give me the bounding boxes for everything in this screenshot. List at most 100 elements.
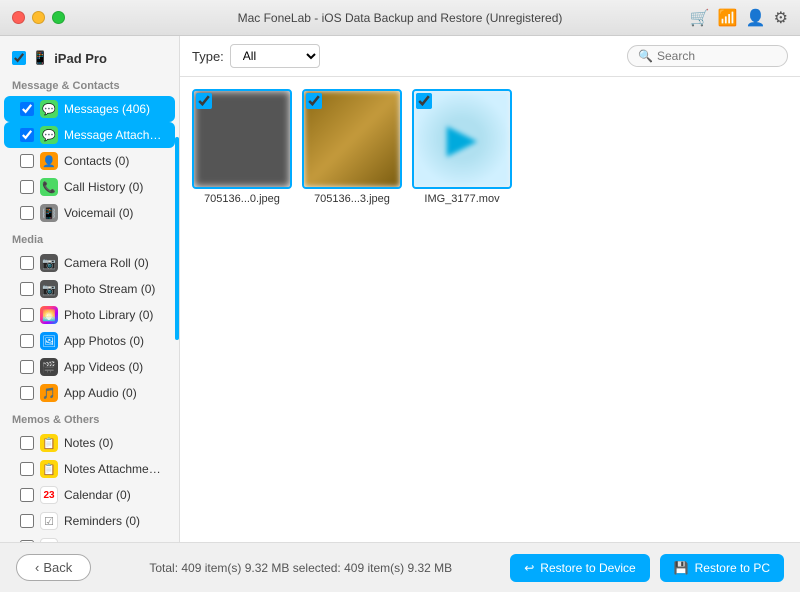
list-item[interactable]: ▶ IMG_3177.mov bbox=[412, 89, 512, 205]
back-chevron-icon: ‹ bbox=[35, 560, 39, 575]
sidebar-item-app-videos[interactable]: 🎬 App Videos (0) bbox=[4, 354, 175, 380]
messages-checkbox[interactable] bbox=[20, 102, 34, 116]
contacts-icon: 👤 bbox=[40, 152, 58, 170]
voicemail-checkbox[interactable] bbox=[20, 206, 34, 220]
call-history-label: Call History (0) bbox=[64, 180, 143, 194]
app-videos-icon: 🎬 bbox=[40, 358, 58, 376]
device-checkbox[interactable] bbox=[12, 51, 26, 65]
voicemail-icon: 📳 bbox=[40, 204, 58, 222]
app-audio-checkbox[interactable] bbox=[20, 386, 34, 400]
messages-label: Messages (406) bbox=[64, 102, 150, 116]
call-history-checkbox[interactable] bbox=[20, 180, 34, 194]
notes-checkbox[interactable] bbox=[20, 436, 34, 450]
app-videos-label: App Videos (0) bbox=[64, 360, 143, 374]
settings-icon[interactable]: ⚙ bbox=[774, 8, 788, 28]
sidebar-item-voicemail[interactable]: 📳 Voicemail (0) bbox=[4, 200, 175, 226]
search-icon: 🔍 bbox=[638, 49, 653, 63]
list-item[interactable]: 705136...0.jpeg bbox=[192, 89, 292, 205]
reminders-checkbox[interactable] bbox=[20, 514, 34, 528]
restore-device-button[interactable]: ↩ Restore to Device bbox=[510, 554, 649, 582]
restore-device-label: Restore to Device bbox=[540, 561, 635, 575]
restore-device-icon: ↩ bbox=[524, 561, 534, 575]
notes-icon: 📋 bbox=[40, 434, 58, 452]
window-title: Mac FoneLab - iOS Data Backup and Restor… bbox=[238, 11, 563, 25]
sidebar-item-reminders-attachments[interactable]: ☑ Reminders Attachme... bbox=[4, 534, 175, 542]
sidebar-item-calendar[interactable]: 23 Calendar (0) bbox=[4, 482, 175, 508]
sidebar-item-message-attachments[interactable]: 💬 Message Attachment... bbox=[4, 122, 175, 148]
type-selector: Type: All Images Videos bbox=[192, 44, 320, 68]
notes-label: Notes (0) bbox=[64, 436, 113, 450]
section-media: Media bbox=[0, 226, 179, 250]
user-icon[interactable]: 👤 bbox=[746, 8, 766, 28]
close-button[interactable] bbox=[12, 11, 25, 24]
wifi-icon: 📶 bbox=[718, 8, 738, 28]
maximize-button[interactable] bbox=[52, 11, 65, 24]
sidebar-item-call-history[interactable]: 📞 Call History (0) bbox=[4, 174, 175, 200]
file-name: 705136...0.jpeg bbox=[204, 193, 280, 205]
restore-pc-label: Restore to PC bbox=[695, 561, 770, 575]
back-button[interactable]: ‹ Back bbox=[16, 554, 91, 581]
photo-library-checkbox[interactable] bbox=[20, 308, 34, 322]
file-checkbox[interactable] bbox=[306, 93, 322, 109]
photo-library-label: Photo Library (0) bbox=[64, 308, 153, 322]
call-icon: 📞 bbox=[40, 178, 58, 196]
message-attachments-label: Message Attachment... bbox=[64, 128, 163, 142]
sidebar: 📱 iPad Pro Message & Contacts 💬 Messages… bbox=[0, 36, 180, 542]
app-photos-icon: 🖼 bbox=[40, 332, 58, 350]
restore-pc-icon: 💾 bbox=[674, 561, 689, 575]
type-dropdown[interactable]: All Images Videos bbox=[230, 44, 320, 68]
section-message-contacts: Message & Contacts bbox=[0, 72, 179, 96]
minimize-button[interactable] bbox=[32, 11, 45, 24]
notes-attachments-icon: 📋 bbox=[40, 460, 58, 478]
sidebar-item-messages[interactable]: 💬 Messages (406) bbox=[4, 96, 175, 122]
notes-attachments-checkbox[interactable] bbox=[20, 462, 34, 476]
camera-roll-icon: 📷 bbox=[40, 254, 58, 272]
sidebar-item-app-photos[interactable]: 🖼 App Photos (0) bbox=[4, 328, 175, 354]
photo-stream-checkbox[interactable] bbox=[20, 282, 34, 296]
calendar-label: Calendar (0) bbox=[64, 488, 131, 502]
reminders-label: Reminders (0) bbox=[64, 514, 140, 528]
search-input[interactable] bbox=[657, 49, 777, 63]
status-text: Total: 409 item(s) 9.32 MB selected: 409… bbox=[149, 561, 452, 575]
main-layout: 📱 iPad Pro Message & Contacts 💬 Messages… bbox=[0, 36, 800, 542]
window-controls[interactable] bbox=[12, 11, 65, 24]
photo-stream-label: Photo Stream (0) bbox=[64, 282, 155, 296]
sidebar-item-notes-attachments[interactable]: 📋 Notes Attachments (0) bbox=[4, 456, 175, 482]
reminders-attachments-checkbox[interactable] bbox=[20, 540, 34, 542]
restore-pc-button[interactable]: 💾 Restore to PC bbox=[660, 554, 784, 582]
contacts-checkbox[interactable] bbox=[20, 154, 34, 168]
sidebar-item-notes[interactable]: 📋 Notes (0) bbox=[4, 430, 175, 456]
sidebar-item-reminders[interactable]: ☑ Reminders (0) bbox=[4, 508, 175, 534]
titlebar-icons: 🛒 📶 👤 ⚙ bbox=[690, 8, 788, 28]
reminders-attachments-icon: ☑ bbox=[40, 538, 58, 542]
app-photos-checkbox[interactable] bbox=[20, 334, 34, 348]
file-name: 705136...3.jpeg bbox=[314, 193, 390, 205]
sidebar-item-camera-roll[interactable]: 📷 Camera Roll (0) bbox=[4, 250, 175, 276]
search-box[interactable]: 🔍 bbox=[627, 45, 788, 67]
camera-roll-checkbox[interactable] bbox=[20, 256, 34, 270]
message-attachments-checkbox[interactable] bbox=[20, 128, 34, 142]
reminders-attachments-label: Reminders Attachme... bbox=[64, 540, 163, 542]
cart-icon[interactable]: 🛒 bbox=[690, 8, 710, 28]
sidebar-item-contacts[interactable]: 👤 Contacts (0) bbox=[4, 148, 175, 174]
file-checkbox[interactable] bbox=[416, 93, 432, 109]
list-item[interactable]: 705136...3.jpeg bbox=[302, 89, 402, 205]
file-thumb-wrapper: ▶ bbox=[412, 89, 512, 189]
message-attachments-icon: 💬 bbox=[40, 126, 58, 144]
calendar-checkbox[interactable] bbox=[20, 488, 34, 502]
voicemail-label: Voicemail (0) bbox=[64, 206, 133, 220]
app-photos-label: App Photos (0) bbox=[64, 334, 144, 348]
device-item[interactable]: 📱 iPad Pro bbox=[0, 44, 179, 72]
sidebar-item-app-audio[interactable]: 🎵 App Audio (0) bbox=[4, 380, 175, 406]
file-name: IMG_3177.mov bbox=[424, 193, 499, 205]
sidebar-item-photo-stream[interactable]: 📷 Photo Stream (0) bbox=[4, 276, 175, 302]
reminders-icon: ☑ bbox=[40, 512, 58, 530]
app-videos-checkbox[interactable] bbox=[20, 360, 34, 374]
action-buttons: ↩ Restore to Device 💾 Restore to PC bbox=[510, 554, 784, 582]
photo-library-icon: 🌅 bbox=[40, 306, 58, 324]
content-toolbar: Type: All Images Videos 🔍 bbox=[180, 36, 800, 77]
calendar-icon: 23 bbox=[40, 486, 58, 504]
file-checkbox[interactable] bbox=[196, 93, 212, 109]
sidebar-item-photo-library[interactable]: 🌅 Photo Library (0) bbox=[4, 302, 175, 328]
photo-stream-icon: 📷 bbox=[40, 280, 58, 298]
